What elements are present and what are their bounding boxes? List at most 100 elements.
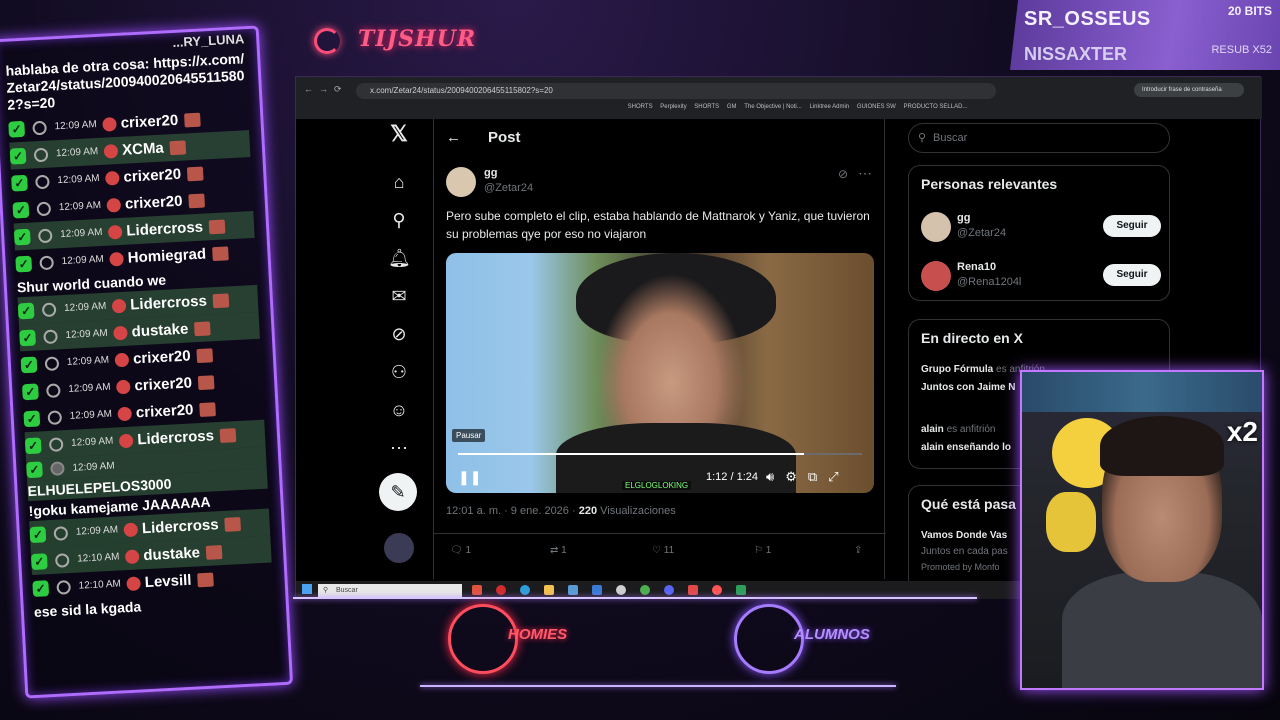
grok-icon[interactable]: ⊘ xyxy=(838,167,848,181)
bookmark[interactable]: The Objective | Noti... xyxy=(744,104,802,110)
compose-post-button[interactable]: ✎ xyxy=(379,473,417,511)
author-handle[interactable]: @Zetar24 xyxy=(484,182,533,194)
chat-username: Lidercross xyxy=(125,218,204,240)
search-icon: ⚲ xyxy=(918,132,927,144)
app-icon[interactable] xyxy=(736,585,746,595)
chat-username: dustake xyxy=(142,544,201,565)
second-user-name: NISSAXTER xyxy=(1024,44,1128,64)
chat-time: 12:09 AM xyxy=(72,460,115,474)
bookmark[interactable]: Linktree Admin xyxy=(809,104,849,110)
video-player[interactable]: Pausar ❚❚ ELGLOGLOKING 1:12 / 1:24 🔊︎⚙⧉⤢ xyxy=(446,253,874,493)
bookmark[interactable]: SHORTS xyxy=(694,104,719,110)
video-controls-icons[interactable]: 🔊︎⚙⧉⤢ xyxy=(766,469,850,485)
chat-time: 12:09 AM xyxy=(54,119,98,133)
bookmark[interactable]: GM xyxy=(727,104,737,110)
x-logo-icon[interactable]: 𝕏 xyxy=(388,123,410,145)
chat-username: crixer20 xyxy=(132,347,192,368)
reply-button[interactable]: 🗨︎ 1 xyxy=(450,545,471,556)
communities-icon[interactable]: ⚇ xyxy=(388,361,410,383)
pause-icon[interactable]: ❚❚ xyxy=(458,469,481,486)
bits-badge: 20 BITS xyxy=(1227,4,1272,18)
file-explorer-icon[interactable] xyxy=(544,585,554,595)
nav-arrows-icon[interactable]: ←→⟳ xyxy=(304,84,348,95)
follow-button[interactable]: Seguir xyxy=(1103,264,1161,286)
author-avatar[interactable] xyxy=(446,167,476,197)
share-icon[interactable]: ⇪ xyxy=(854,545,862,556)
brave-icon[interactable] xyxy=(472,585,482,595)
promoted-label: Promoted by Monfo xyxy=(921,562,1000,572)
profile-icon[interactable]: ☺ xyxy=(388,399,410,421)
live-item[interactable]: alain es anfitrión xyxy=(921,424,996,435)
account-avatar[interactable] xyxy=(384,533,414,563)
app-icon[interactable] xyxy=(592,585,602,595)
user-avatar-icon xyxy=(36,201,52,216)
mod-check-icon: ✓ xyxy=(17,302,35,319)
user-avatar-icon xyxy=(54,552,70,568)
chat-time: 12:09 AM xyxy=(55,146,99,160)
edge-icon[interactable] xyxy=(520,585,530,595)
grok-icon[interactable]: ⊘ xyxy=(388,323,410,345)
obs-icon[interactable] xyxy=(616,585,626,595)
app-icon[interactable] xyxy=(688,585,698,595)
taskbar-search-placeholder: Buscar xyxy=(336,587,358,594)
more-icon[interactable]: ⋯ xyxy=(388,437,410,459)
bookmark[interactable]: SHORTS xyxy=(628,104,653,110)
windows-start-icon[interactable] xyxy=(302,584,312,594)
opera-icon[interactable] xyxy=(496,585,506,595)
channel-logo: TIJSHUR xyxy=(312,24,475,58)
author-name[interactable]: gg xyxy=(484,167,497,179)
person-row[interactable]: Rena10 @Rena1204l Seguir xyxy=(921,259,1161,293)
chat-username: crixer20 xyxy=(124,192,183,213)
address-bar[interactable]: x.com/Zetar24/status/2009400206455115802… xyxy=(356,83,996,99)
bookmark[interactable]: Perplexity xyxy=(660,104,686,110)
follow-button[interactable]: Seguir xyxy=(1103,215,1161,237)
mod-check-icon: ✓ xyxy=(30,552,48,570)
logo-text: TIJSHUR xyxy=(358,26,477,52)
user-badge-icon xyxy=(109,251,125,267)
repost-button[interactable]: ⇄ 1 xyxy=(550,545,567,556)
user-avatar-icon xyxy=(35,174,50,189)
store-icon[interactable] xyxy=(568,585,578,595)
mod-check-icon: ✓ xyxy=(23,409,41,427)
more-options-icon[interactable]: ⋯ xyxy=(858,165,872,182)
webcam-person-body xyxy=(1062,572,1262,688)
bookmark[interactable]: GUIONES SW xyxy=(857,104,896,110)
back-arrow-icon[interactable]: ← xyxy=(446,129,461,146)
mod-check-icon: ✓ xyxy=(32,579,50,597)
post-timestamp[interactable]: 12:01 a. m. · 9 ene. 2026 · xyxy=(446,505,579,517)
search-icon[interactable]: ⚲ xyxy=(388,209,410,231)
home-icon[interactable]: ⌂ xyxy=(388,171,410,193)
video-progress-bar[interactable] xyxy=(458,453,862,455)
live-title[interactable]: alain enseñando lo xyxy=(921,442,1011,453)
person-name[interactable]: gg xyxy=(957,212,970,224)
chat-username: XCMa xyxy=(121,139,165,159)
chat-time: 12:09 AM xyxy=(75,524,119,538)
discord-icon[interactable] xyxy=(664,585,674,595)
chrome-icon[interactable] xyxy=(640,585,650,595)
user-avatar-icon xyxy=(44,355,60,371)
person-avatar[interactable] xyxy=(921,261,951,291)
taskbar-search[interactable]: ⚲ Buscar xyxy=(318,584,462,597)
bookmark-icon: ⚐ xyxy=(754,545,763,556)
pokeball-icon[interactable] xyxy=(712,585,722,595)
live-title[interactable]: Juntos con Jaime N xyxy=(921,382,1015,393)
emote-icon xyxy=(199,401,216,417)
bookmark-count: 1 xyxy=(765,545,772,556)
messages-icon[interactable]: ✉ xyxy=(388,285,410,307)
reply-count: 1 xyxy=(465,545,472,556)
search-input[interactable]: ⚲ Buscar xyxy=(908,123,1170,153)
bookmark[interactable]: PRODUCTO SELLAD... xyxy=(904,104,968,110)
emote-icon xyxy=(183,112,201,127)
mod-check-icon: ✓ xyxy=(9,147,27,165)
notifications-icon[interactable]: 🔔︎ xyxy=(388,247,411,269)
user-avatar-icon xyxy=(43,328,58,344)
post-actions: 🗨︎ 1 ⇄ 1 ♡ 11 ⚐ 1 ⇪ xyxy=(446,545,876,563)
person-row[interactable]: gg @Zetar24 Seguir xyxy=(921,210,1161,244)
person-avatar[interactable] xyxy=(921,212,951,242)
person-name[interactable]: Rena10 xyxy=(957,261,996,273)
team-label: ALUMNOS xyxy=(794,626,870,643)
trending-item[interactable]: Vamos Donde Vas xyxy=(921,530,1007,541)
bookmark-button[interactable]: ⚐ 1 xyxy=(754,545,771,556)
like-button[interactable]: ♡ 11 xyxy=(652,545,674,556)
password-prompt[interactable]: Introducir frase de contraseña xyxy=(1134,83,1244,97)
